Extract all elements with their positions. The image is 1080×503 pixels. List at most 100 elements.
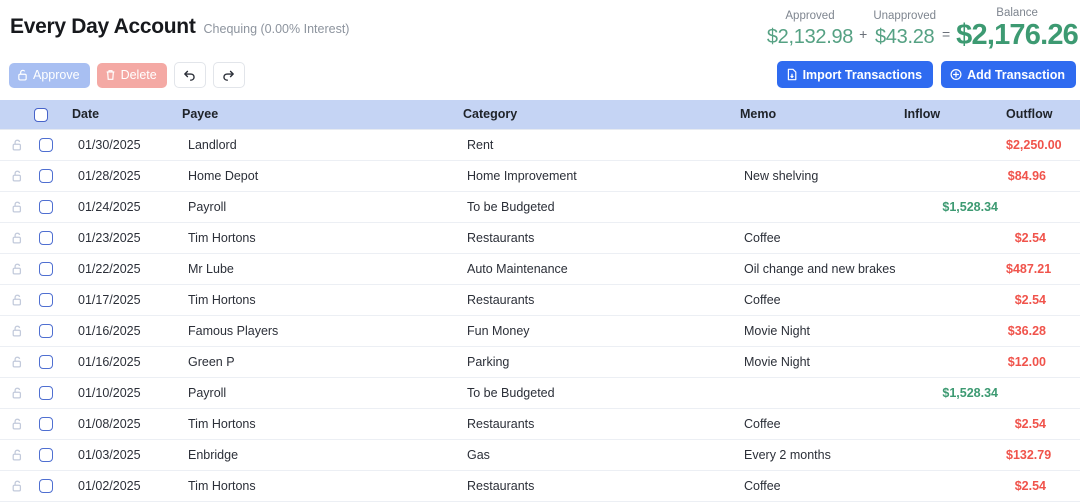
cell-outflow[interactable]: $132.79 (1006, 439, 1080, 471)
row-lock-cell[interactable] (0, 284, 34, 316)
row-checkbox[interactable] (39, 416, 53, 431)
cell-category[interactable]: Parking (463, 346, 740, 378)
cell-payee[interactable]: Mr Lube (182, 253, 463, 285)
column-header-memo[interactable]: Memo (740, 100, 904, 129)
cell-date[interactable]: 01/03/2025 (72, 439, 182, 471)
row-select-cell[interactable] (34, 191, 72, 223)
select-all-checkbox[interactable] (34, 107, 48, 122)
row-select-cell[interactable] (34, 315, 72, 347)
cell-category[interactable]: Gas (463, 439, 740, 471)
row-checkbox[interactable] (39, 199, 53, 214)
cell-outflow[interactable]: $2.54 (1006, 222, 1080, 254)
row-lock-cell[interactable] (0, 439, 34, 471)
cell-inflow[interactable]: $1,528.34 (904, 191, 1006, 223)
table-row[interactable]: 01/22/2025 Mr Lube Auto Maintenance Oil cha… (0, 253, 1080, 285)
cell-payee[interactable]: Payroll (182, 377, 463, 409)
cell-date[interactable]: 01/17/2025 (72, 284, 182, 316)
table-row[interactable]: 01/23/2025 Tim Hortons Restaurants Coffee $2… (0, 222, 1080, 254)
cell-category[interactable]: Fun Money (463, 315, 740, 347)
cell-payee[interactable]: Famous Players (182, 315, 463, 347)
cell-memo[interactable]: Coffee (740, 470, 904, 502)
table-row[interactable]: 01/30/2025 Landlord Rent $2,250.00 (0, 128, 1080, 161)
row-checkbox[interactable] (39, 385, 53, 400)
cell-inflow[interactable] (904, 408, 1006, 440)
row-select-cell[interactable] (34, 377, 72, 409)
cell-inflow[interactable] (904, 315, 1006, 347)
unlocked-padlock-icon[interactable] (11, 231, 24, 245)
table-row[interactable]: 01/28/2025 Home Depot Home Improvement New … (0, 160, 1080, 192)
row-checkbox[interactable] (39, 478, 53, 493)
cell-date[interactable]: 01/16/2025 (72, 346, 182, 378)
row-lock-cell[interactable] (0, 346, 34, 378)
row-select-cell[interactable] (34, 128, 72, 161)
delete-button[interactable]: Delete (96, 62, 167, 88)
cell-inflow[interactable] (904, 439, 1006, 471)
cell-category[interactable]: Restaurants (463, 284, 740, 316)
cell-category[interactable]: To be Budgeted (463, 191, 740, 223)
cell-memo[interactable]: Oil change and new brakes (740, 253, 904, 285)
cell-date[interactable]: 01/22/2025 (72, 253, 182, 285)
row-checkbox[interactable] (39, 168, 53, 183)
row-lock-cell[interactable] (0, 128, 34, 161)
unlocked-padlock-icon[interactable] (11, 417, 24, 431)
table-row[interactable]: 01/24/2025 Payroll To be Budgeted $1,528.34 (0, 191, 1080, 223)
add-transaction-button[interactable]: Add Transaction (941, 61, 1076, 88)
column-header-date[interactable]: Date (72, 100, 182, 129)
row-checkbox[interactable] (39, 323, 53, 338)
table-row[interactable]: 01/16/2025 Famous Players Fun Money Movie N… (0, 315, 1080, 347)
cell-payee[interactable]: Tim Hortons (182, 284, 463, 316)
row-select-cell[interactable] (34, 346, 72, 378)
cell-memo[interactable]: Every 2 months (740, 439, 904, 471)
row-select-cell[interactable] (34, 470, 72, 502)
row-select-cell[interactable] (34, 253, 72, 285)
column-header-category[interactable]: Category (463, 100, 740, 129)
cell-inflow[interactable] (904, 222, 1006, 254)
table-row[interactable]: 01/08/2025 Tim Hortons Restaurants Coffee $2… (0, 408, 1080, 440)
cell-category[interactable]: Restaurants (463, 222, 740, 254)
cell-category[interactable]: Auto Maintenance (463, 253, 740, 285)
cell-date[interactable]: 01/23/2025 (72, 222, 182, 254)
approve-button[interactable]: Approve (9, 62, 90, 88)
row-select-cell[interactable] (34, 160, 72, 192)
cell-category[interactable]: Home Improvement (463, 160, 740, 192)
table-row[interactable]: 01/16/2025 Green P Parking Movie Night $12.0… (0, 346, 1080, 378)
column-header-inflow[interactable]: Inflow (904, 100, 1006, 129)
row-select-cell[interactable] (34, 439, 72, 471)
cell-date[interactable]: 01/08/2025 (72, 408, 182, 440)
row-lock-cell[interactable] (0, 315, 34, 347)
cell-inflow[interactable] (904, 284, 1006, 316)
cell-payee[interactable]: Green P (182, 346, 463, 378)
row-lock-cell[interactable] (0, 377, 34, 409)
undo-button[interactable] (173, 62, 206, 88)
column-header-payee[interactable]: Payee (182, 100, 463, 129)
unlocked-padlock-icon[interactable] (11, 355, 24, 369)
row-select-cell[interactable] (34, 284, 72, 316)
cell-inflow[interactable]: $1,528.34 (904, 377, 1006, 409)
cell-payee[interactable]: Enbridge (182, 439, 463, 471)
cell-memo[interactable] (740, 128, 904, 161)
unlocked-padlock-icon[interactable] (11, 324, 24, 338)
cell-inflow[interactable] (904, 253, 1006, 285)
row-lock-cell[interactable] (0, 222, 34, 254)
cell-category[interactable]: Rent (463, 128, 740, 161)
cell-memo[interactable] (740, 191, 904, 223)
cell-date[interactable]: 01/28/2025 (72, 160, 182, 192)
cell-memo[interactable]: Coffee (740, 284, 904, 316)
cell-outflow[interactable]: $36.28 (1006, 315, 1080, 347)
cell-outflow[interactable]: $2,250.00 (1006, 128, 1080, 161)
row-checkbox[interactable] (39, 230, 53, 245)
cell-date[interactable]: 01/10/2025 (72, 377, 182, 409)
import-transactions-button[interactable]: Import Transactions (776, 61, 934, 88)
unlocked-padlock-icon[interactable] (11, 138, 24, 152)
table-row[interactable]: 01/17/2025 Tim Hortons Restaurants Coffee $2… (0, 284, 1080, 316)
row-lock-cell[interactable] (0, 470, 34, 502)
cell-payee[interactable]: Home Depot (182, 160, 463, 192)
cell-payee[interactable]: Landlord (182, 128, 463, 161)
unlocked-padlock-icon[interactable] (11, 479, 24, 493)
cell-memo[interactable]: Coffee (740, 408, 904, 440)
unlocked-padlock-icon[interactable] (11, 262, 24, 276)
row-checkbox[interactable] (39, 137, 53, 152)
column-header-outflow[interactable]: Outflow (1006, 100, 1080, 129)
cell-date[interactable]: 01/16/2025 (72, 315, 182, 347)
cell-date[interactable]: 01/02/2025 (72, 470, 182, 502)
